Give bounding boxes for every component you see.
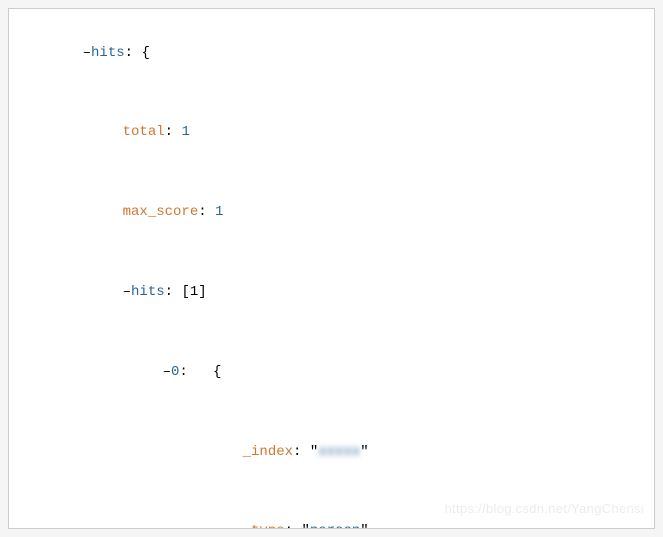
value-type: person [310, 523, 360, 529]
key-hits: hits [91, 45, 125, 61]
key-hits-arr: hits [131, 284, 165, 300]
toggle-icon[interactable]: – [123, 284, 131, 300]
key-type: _type [243, 523, 285, 529]
key-max-score: max_score [123, 204, 199, 220]
value-index: xxxxx [318, 444, 360, 460]
key-index: _index [243, 444, 293, 460]
hits-array-line: –hits: [1] [19, 252, 644, 332]
value-total: 1 [181, 124, 189, 140]
max-score-line: max_score: 1 [19, 173, 644, 253]
total-line: total: 1 [19, 93, 644, 173]
toggle-icon[interactable]: – [163, 364, 171, 380]
watermark: https://blog.csdn.net/YangChensi [445, 497, 644, 522]
json-viewer: –hits: { total: 1 max_score: 1 –hits: [1… [8, 8, 655, 529]
key-total: total [123, 124, 165, 140]
item0-line: –0: { [19, 332, 644, 412]
array-length: [1] [181, 284, 206, 300]
index-line: _index: "xxxxx" [19, 412, 644, 492]
hits-object-line: –hits: { [19, 13, 644, 93]
value-max-score: 1 [215, 204, 223, 220]
toggle-icon[interactable]: – [83, 45, 91, 61]
